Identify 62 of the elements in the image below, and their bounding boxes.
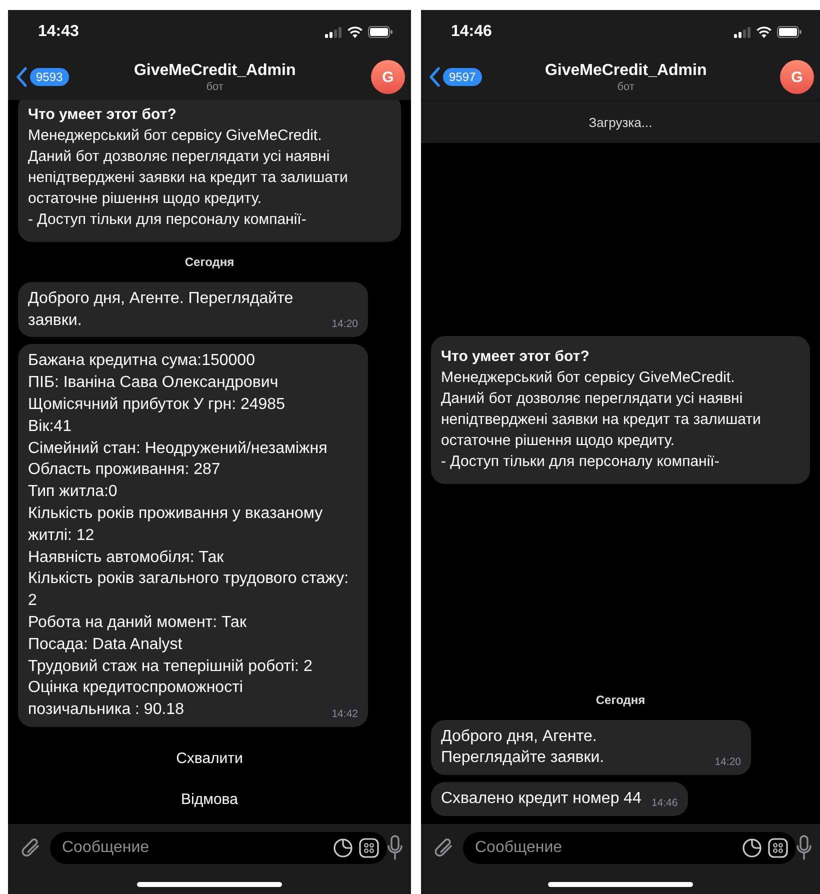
loading-text: Загрузка... bbox=[588, 114, 652, 130]
status-time: 14:46 bbox=[451, 23, 492, 41]
message-text: Трудовий стаж на теперішній роботі: 2 bbox=[28, 656, 314, 677]
message-text: Кількість років проживання у вказаному житлі: 12 bbox=[28, 504, 324, 546]
message-text: Доброго дня, Агенте. Переглядайте заявки. bbox=[28, 288, 294, 331]
message-text: Посада: Data Analyst bbox=[28, 634, 184, 655]
battery-icon bbox=[368, 26, 393, 38]
message-text: Вік:41 bbox=[28, 416, 72, 437]
date-divider: Сегодня bbox=[184, 254, 234, 269]
keypad-icon[interactable] bbox=[768, 838, 788, 858]
unread-count-badge: 9593 bbox=[30, 68, 69, 86]
message-text: Кількість років загального трудового стажу: 2 bbox=[28, 569, 350, 612]
avatar[interactable]: G bbox=[371, 60, 405, 94]
message-text: Тип житла:0 bbox=[28, 482, 118, 502]
message-time: 14:20 bbox=[332, 317, 358, 332]
message-time: 14:20 bbox=[714, 755, 741, 770]
chevron-left-icon bbox=[16, 67, 27, 87]
reply-keyboard-button[interactable]: Відмова bbox=[173, 789, 246, 810]
bot-info-text: Менеджерський бот сервісу GiveMeCredit. bbox=[28, 126, 323, 146]
chat-title: GiveMeCredit_Admin bbox=[134, 62, 296, 80]
bot-info-text: Даний бот дозволяє переглядати усі наявні непідтверджені заявки на кредит та залишати остаточне рішення щодо кредиту. bbox=[28, 146, 349, 209]
message-text: Наявність автомобіля: Так bbox=[28, 548, 225, 568]
sticker-icon[interactable] bbox=[333, 838, 353, 858]
message-input-field[interactable]: Сообщение bbox=[50, 832, 387, 864]
message-time: 14:42 bbox=[332, 707, 358, 721]
status-time: 14:43 bbox=[38, 23, 79, 41]
unread-count-badge: 9597 bbox=[443, 68, 482, 86]
message-text: Сімейний стан: Неодружений/незаміжня bbox=[28, 438, 328, 459]
avatar[interactable]: G bbox=[780, 60, 814, 94]
chat-title: GiveMeCredit_Admin bbox=[544, 62, 707, 80]
bot-info-text: - Доступ тільки для персоналу компанії- bbox=[28, 210, 308, 230]
microphone-icon[interactable] bbox=[796, 835, 812, 861]
bot-info-text: Даний бот дозволяє переглядати усі наявні непідтверджені заявки на кредит та залишати остаточне рішення щодо кредиту. bbox=[441, 388, 762, 451]
message-text: Оцінка кредитоспроможності позичальника : 90.18 bbox=[28, 678, 244, 720]
chat-subtitle: бот bbox=[617, 80, 634, 92]
signal-icon bbox=[325, 26, 342, 38]
message-input-field[interactable]: Сообщение bbox=[463, 832, 796, 864]
chat-subtitle: бот bbox=[206, 80, 224, 92]
wifi-icon bbox=[756, 26, 772, 38]
reply-keyboard-button[interactable]: Схвалити bbox=[168, 748, 251, 769]
sticker-icon[interactable] bbox=[742, 838, 762, 858]
bot-info-text: - Доступ тільки для персоналу компанії- bbox=[441, 452, 720, 472]
wifi-icon bbox=[347, 26, 363, 38]
back-button[interactable]: 9597 bbox=[429, 67, 482, 87]
keypad-icon[interactable] bbox=[359, 838, 379, 858]
signal-icon bbox=[734, 26, 751, 38]
message-text: Область проживання: 287 bbox=[28, 460, 222, 480]
message-text: Щомісячний прибуток У грн: 24985 bbox=[28, 395, 286, 416]
back-button[interactable]: 9593 bbox=[16, 67, 69, 87]
date-divider: Сегодня bbox=[596, 692, 646, 707]
bot-info-title: Что умеет этот бот? bbox=[28, 104, 178, 125]
message-text: Робота на даний момент: Так bbox=[28, 613, 248, 634]
bot-info-title: Что умеет этот бот? bbox=[441, 346, 590, 367]
microphone-icon[interactable] bbox=[387, 835, 403, 861]
message-text: ПІБ: Іваніна Сава Олександрович bbox=[28, 373, 280, 394]
message-text: Бажана кредитна сума:150000 bbox=[28, 351, 256, 372]
message-time: 14:46 bbox=[651, 796, 678, 810]
message-text: Схвалено кредит номер 44 bbox=[441, 789, 642, 810]
bot-info-text: Менеджерський бот сервісу GiveMeCredit. bbox=[441, 368, 736, 388]
message-text: Доброго дня, Агенте. Переглядайте заявки. bbox=[441, 726, 606, 768]
battery-icon bbox=[777, 26, 802, 38]
chevron-left-icon bbox=[429, 67, 440, 87]
